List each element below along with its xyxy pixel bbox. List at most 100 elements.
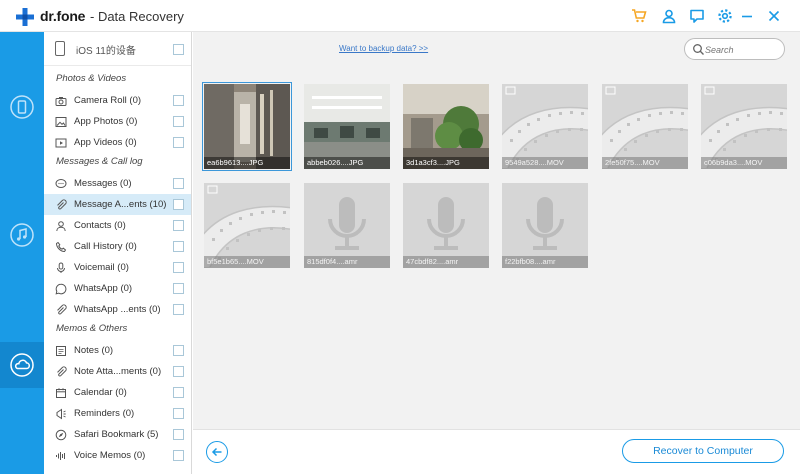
category-checkbox[interactable] (173, 450, 184, 461)
category-label: Call History (0) (74, 241, 137, 252)
photo-thumbnail[interactable]: 3d1a3cf3....JPG (403, 84, 489, 169)
category-item[interactable]: Call History (0) (44, 236, 191, 257)
icloud-recover-icon (10, 353, 34, 377)
search-icon (693, 44, 704, 55)
feedback-icon[interactable] (688, 7, 706, 25)
category-checkbox[interactable] (173, 366, 184, 377)
category-checkbox[interactable] (173, 304, 184, 315)
category-checkbox[interactable] (173, 178, 184, 189)
category-checkbox[interactable] (173, 199, 184, 210)
thumbnail-filename: c06b9da3....MOV (701, 157, 787, 169)
photo-thumbnail[interactable]: ea6b9613....JPG (202, 82, 292, 171)
main-area: Want to backup data? >> ea6b9613....JPG a… (193, 32, 800, 474)
recover-to-computer-button[interactable]: Recover to Computer (622, 439, 784, 463)
category-item[interactable]: Messages (0) (44, 173, 191, 194)
brand-name: dr.fone (40, 8, 86, 24)
recover-from-icloud-tab[interactable] (0, 342, 44, 388)
category-checkbox[interactable] (173, 387, 184, 398)
category-label: WhatsApp ...ents (0) (74, 304, 161, 315)
user-icon[interactable] (660, 7, 678, 25)
back-button[interactable] (206, 441, 228, 463)
thumbnail-filename: 3d1a3cf3....JPG (403, 157, 489, 169)
category-checkbox[interactable] (173, 137, 184, 148)
thumbnail-filename: bf5e1b65....MOV (204, 256, 290, 268)
category-checkbox[interactable] (173, 429, 184, 440)
thumbnail-filename: 2fe50f75....MOV (602, 157, 688, 169)
minimize-icon[interactable] (738, 7, 756, 25)
category-checkbox[interactable] (173, 262, 184, 273)
paperclip-icon (54, 365, 67, 378)
voicemail-icon (54, 261, 67, 274)
category-item[interactable]: Voicemail (0) (44, 257, 191, 278)
recover-from-device-tab[interactable] (0, 84, 44, 130)
audio-thumbnail[interactable]: 47cbdf82....amr (403, 183, 489, 268)
category-item[interactable]: Contacts (0) (44, 215, 191, 236)
category-item[interactable]: Camera Roll (0) (44, 90, 191, 111)
thumbnail-filename: abbeb026....JPG (304, 157, 390, 169)
category-label: Note Atta...ments (0) (74, 366, 162, 377)
category-checkbox[interactable] (173, 220, 184, 231)
reminder-icon (54, 407, 67, 420)
main-toolbar: Want to backup data? >> (193, 32, 800, 68)
contact-icon (54, 219, 67, 232)
calendar-icon (54, 386, 67, 399)
paperclip-icon (54, 198, 67, 211)
window-title: - Data Recovery (90, 9, 184, 24)
video-thumbnail[interactable]: c06b9da3....MOV (701, 84, 787, 169)
section-title: Memos & Others (56, 323, 128, 334)
category-item[interactable]: Safari Bookmark (5) (44, 424, 191, 445)
category-checkbox[interactable] (173, 283, 184, 294)
search-input[interactable] (705, 42, 781, 57)
thumbnail-filename: ea6b9613....JPG (204, 157, 290, 169)
category-label: Message A...ents (10) (74, 199, 167, 210)
category-checkbox[interactable] (173, 241, 184, 252)
audio-thumbnail[interactable]: f22bfb08....amr (502, 183, 588, 268)
note-icon (54, 344, 67, 357)
category-item[interactable]: Notes (0) (44, 340, 191, 361)
category-label: Voice Memos (0) (74, 450, 146, 461)
category-item[interactable]: Voice Memos (0) (44, 445, 191, 466)
category-checkbox[interactable] (173, 408, 184, 419)
thumbnail-filename: 815df0f4....amr (304, 256, 390, 268)
drfone-logo-icon (16, 8, 34, 26)
category-label: Reminders (0) (74, 408, 135, 419)
close-icon[interactable] (765, 7, 783, 25)
recover-from-itunes-tab[interactable] (0, 212, 44, 258)
category-checkbox[interactable] (173, 95, 184, 106)
bottom-bar: Recover to Computer (193, 429, 800, 474)
category-checkbox[interactable] (173, 345, 184, 356)
thumbnail-filename: 47cbdf82....amr (403, 256, 489, 268)
device-row[interactable]: iOS 11的设备 (44, 32, 191, 66)
category-label: Camera Roll (0) (74, 95, 142, 106)
phone-icon (54, 240, 67, 253)
search-box[interactable] (684, 38, 785, 60)
video-thumbnail[interactable]: 2fe50f75....MOV (602, 84, 688, 169)
category-item[interactable]: App Photos (0) (44, 111, 191, 132)
device-name: iOS 11的设备 (76, 46, 136, 57)
category-item[interactable]: Calendar (0) (44, 382, 191, 403)
category-label: App Videos (0) (74, 137, 137, 148)
photo-thumbnail[interactable]: abbeb026....JPG (304, 84, 390, 169)
section-title: Photos & Videos (56, 73, 127, 84)
select-all-checkbox[interactable] (173, 44, 184, 55)
category-label: Safari Bookmark (5) (74, 429, 159, 440)
phone-recover-icon (10, 95, 34, 119)
gear-icon[interactable] (716, 7, 734, 25)
category-label: Calendar (0) (74, 387, 127, 398)
video-thumbnail[interactable]: bf5e1b65....MOV (204, 183, 290, 268)
category-item[interactable]: Note Atta...ments (0) (44, 361, 191, 382)
video-icon (54, 136, 67, 149)
category-item[interactable]: WhatsApp ...ents (0) (44, 299, 191, 320)
paperclip-icon (54, 303, 67, 316)
audio-thumbnail[interactable]: 815df0f4....amr (304, 183, 390, 268)
backup-link[interactable]: Want to backup data? >> (339, 44, 428, 53)
video-thumbnail[interactable]: 9549a528....MOV (502, 84, 588, 169)
category-label: WhatsApp (0) (74, 283, 133, 294)
category-item[interactable]: Reminders (0) (44, 403, 191, 424)
category-item[interactable]: App Videos (0) (44, 132, 191, 153)
category-item[interactable]: WhatsApp (0) (44, 278, 191, 299)
category-panel: iOS 11的设备 Photos & Videos Camera Roll (0)… (44, 32, 192, 474)
cart-icon[interactable] (630, 7, 648, 25)
category-checkbox[interactable] (173, 116, 184, 127)
category-item[interactable]: Message A...ents (10) (44, 194, 191, 215)
